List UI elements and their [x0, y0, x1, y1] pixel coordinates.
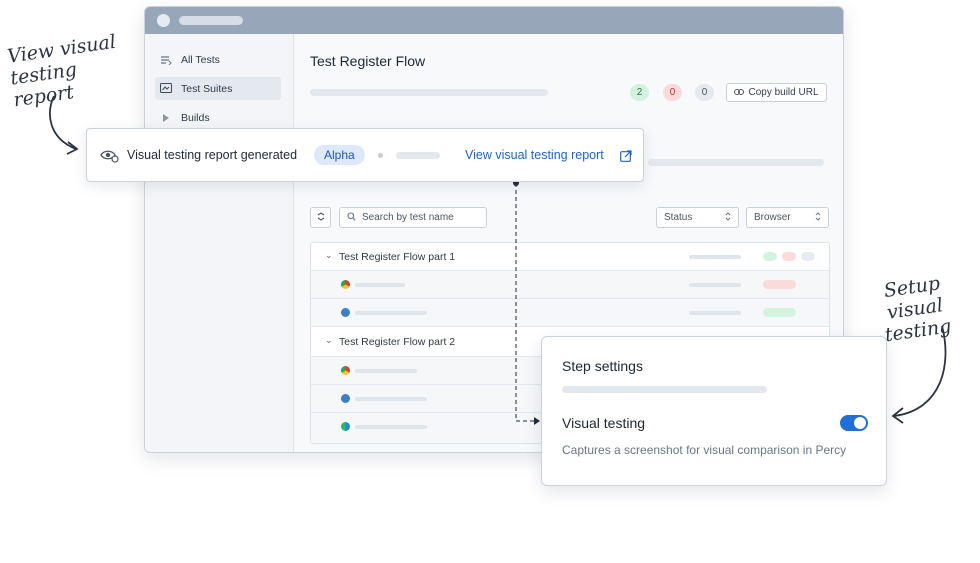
list-icon — [155, 55, 177, 65]
passed-count-badge: 2 — [630, 84, 649, 101]
collapse-icon — [317, 211, 325, 224]
skipped-count-badge: 0 — [695, 84, 714, 101]
copy-build-url-button[interactable]: Copy build URL — [726, 83, 827, 102]
toggle-knob — [854, 417, 866, 429]
placeholder-bar — [562, 386, 767, 393]
status-select-label: Status — [664, 212, 693, 223]
chrome-icon — [341, 366, 350, 375]
fail-status-pill — [782, 252, 796, 261]
select-chevron-icon — [725, 211, 731, 224]
chrome-icon — [341, 280, 350, 289]
page-title: Test Register Flow — [310, 53, 426, 69]
step-settings-title: Step settings — [562, 358, 643, 374]
sidebar-item-builds[interactable]: Builds — [155, 106, 281, 129]
title-placeholder — [179, 16, 243, 25]
search-icon — [347, 211, 356, 224]
sidebar-item-label: Test Suites — [181, 82, 233, 95]
group-title: Test Register Flow part 1 — [339, 251, 456, 263]
collapse-all-button[interactable] — [310, 207, 331, 228]
placeholder-bar — [310, 89, 548, 96]
test-name-bar — [355, 425, 427, 429]
sidebar: All Tests Test Suites Builds — [145, 34, 294, 452]
pass-status-pill — [763, 308, 796, 317]
search-placeholder: Search by test name — [362, 212, 454, 223]
window-dot[interactable] — [157, 14, 170, 27]
visual-testing-toggle[interactable] — [840, 415, 868, 431]
placeholder-bar — [396, 152, 440, 159]
status-select[interactable]: Status — [656, 207, 739, 228]
play-icon — [155, 113, 177, 123]
browser-select-label: Browser — [754, 212, 791, 223]
test-name-bar — [355, 369, 417, 373]
edge-icon — [341, 422, 350, 431]
fail-status-pill — [763, 280, 796, 289]
edge-icon — [341, 394, 350, 403]
test-name-bar — [355, 397, 427, 401]
alpha-badge: Alpha — [314, 145, 365, 165]
link-icon — [734, 87, 745, 98]
curved-arrow-icon — [49, 95, 79, 155]
placeholder-bar — [648, 159, 824, 166]
suite-icon — [155, 83, 177, 94]
separator-dot — [378, 153, 383, 158]
test-name-bar — [355, 283, 405, 287]
sidebar-item-all-tests[interactable]: All Tests — [155, 48, 281, 71]
duration-bar — [689, 255, 741, 259]
pass-status-pill — [763, 252, 777, 261]
duration-bar — [689, 283, 741, 287]
duration-bar — [689, 311, 741, 315]
visual-eye-gear-icon — [100, 147, 120, 168]
external-link-icon[interactable] — [620, 149, 632, 167]
sidebar-item-label: Builds — [181, 111, 210, 124]
curved-arrow-icon — [891, 325, 947, 424]
skip-status-pill — [801, 252, 815, 261]
view-visual-report-link[interactable]: View visual testing report — [465, 148, 604, 162]
step-settings-panel: Step settings Visual testing Captures a … — [541, 336, 887, 486]
table-row[interactable] — [311, 271, 829, 299]
visual-report-notification: Visual testing report generated Alpha Vi… — [86, 128, 644, 182]
chevron-down-icon[interactable]: ⌄ — [325, 250, 333, 261]
group-title: Test Register Flow part 2 — [339, 336, 456, 348]
sidebar-item-label: All Tests — [181, 53, 220, 66]
visual-testing-description: Captures a screenshot for visual compari… — [562, 443, 847, 457]
table-row[interactable]: ⌄ Test Register Flow part 1 — [311, 243, 829, 271]
sidebar-item-test-suites[interactable]: Test Suites — [155, 77, 281, 100]
copy-build-url-label: Copy build URL — [748, 87, 819, 98]
browser-select[interactable]: Browser — [746, 207, 829, 228]
title-bar — [145, 7, 843, 34]
search-input[interactable]: Search by test name — [339, 207, 487, 228]
chevron-down-icon[interactable]: ⌄ — [325, 335, 333, 346]
visual-testing-label: Visual testing — [562, 415, 646, 431]
edge-icon — [341, 308, 350, 317]
select-chevron-icon — [815, 211, 821, 224]
failed-count-badge: 0 — [663, 84, 682, 101]
notification-text: Visual testing report generated — [127, 148, 298, 162]
table-row[interactable] — [311, 299, 829, 327]
test-name-bar — [355, 311, 427, 315]
